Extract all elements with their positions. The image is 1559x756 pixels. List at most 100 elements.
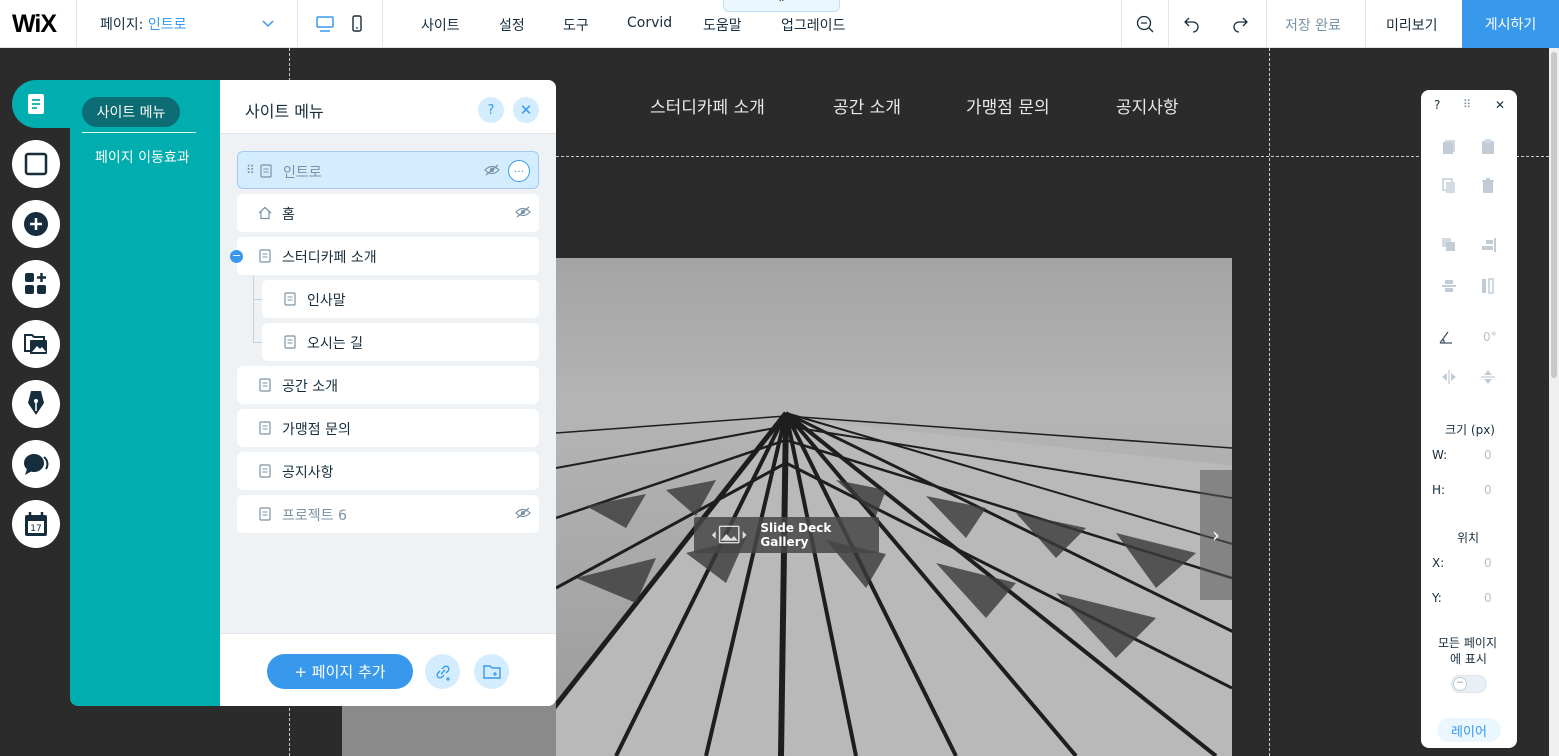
background-button[interactable] xyxy=(12,140,60,188)
divider xyxy=(1121,0,1122,48)
size-label: 크기 (px) xyxy=(1445,423,1495,437)
flip-horizontal-icon[interactable] xyxy=(1440,368,1458,386)
inspector-panel: ? ⠿ ✕ 0° 크기 (px) W: 0 H: 0 위치 X: 0 Y: 0 … xyxy=(1421,90,1517,748)
paste-icon[interactable] xyxy=(1479,138,1497,156)
menu-settings[interactable]: 설정 xyxy=(499,15,525,35)
menu-help[interactable]: 도움말 xyxy=(703,15,742,35)
page-row-project6[interactable]: 프로젝트 6 xyxy=(237,495,539,533)
help-button[interactable]: ? xyxy=(478,97,504,123)
rotation-value[interactable]: 0° xyxy=(1483,330,1497,344)
show-all-pages-toggle[interactable]: − xyxy=(1451,675,1487,693)
panel-title: 사이트 메뉴 xyxy=(245,102,324,121)
site-nav-item[interactable]: 가맹점 문의 xyxy=(966,93,1050,118)
zoom-out-icon[interactable] xyxy=(1133,12,1157,36)
delete-icon[interactable] xyxy=(1479,177,1497,195)
collapse-topbar-handle[interactable]: ⌃ xyxy=(723,0,840,12)
slide-deck-gallery[interactable] xyxy=(556,258,1232,756)
pen-icon xyxy=(28,391,44,415)
menu-tools[interactable]: 도구 xyxy=(563,15,589,35)
folder-icon xyxy=(482,664,501,679)
duplicate-icon[interactable] xyxy=(1440,177,1458,195)
home-icon xyxy=(258,206,272,220)
editor-top-bar: WiX 페이지: 인트로 사이트 설정 도구 Corvid 도움말 업그레이드 … xyxy=(0,0,1559,48)
page-icon xyxy=(284,292,296,306)
menu-upgrade[interactable]: 업그레이드 xyxy=(781,15,845,35)
page-row-studycafe-intro[interactable]: 스터디카페 소개 xyxy=(237,237,539,275)
distribute-icon[interactable] xyxy=(1440,277,1458,295)
match-size-icon[interactable] xyxy=(1479,277,1497,295)
background-icon xyxy=(24,152,48,176)
width-value[interactable]: 0 xyxy=(1484,448,1492,462)
pages-menu-button[interactable] xyxy=(12,80,70,128)
x-value[interactable]: 0 xyxy=(1484,556,1492,570)
layers-button[interactable]: 레이어 xyxy=(1437,718,1501,742)
tree-line xyxy=(253,299,262,300)
page-row-home[interactable]: 홈 xyxy=(237,194,539,232)
height-value[interactable]: 0 xyxy=(1484,483,1492,497)
menu-corvid[interactable]: Corvid xyxy=(627,15,672,31)
page-row-franchise[interactable]: 가맹점 문의 xyxy=(237,409,539,447)
collapse-subpages-button[interactable]: − xyxy=(230,250,243,263)
page-selector[interactable]: 페이지: 인트로 xyxy=(100,14,274,34)
calendar-icon: 17 xyxy=(25,512,47,536)
canvas-scrollbar[interactable] xyxy=(1549,48,1559,756)
add-link-button[interactable] xyxy=(425,654,460,689)
hidden-eye-icon xyxy=(484,164,500,176)
toggle-knob: − xyxy=(1453,677,1467,691)
site-nav-item[interactable]: 스터디카페 소개 xyxy=(650,93,765,118)
page-more-actions-button[interactable]: ··· xyxy=(508,160,530,182)
align-icon[interactable] xyxy=(1479,236,1497,254)
add-apps-button[interactable] xyxy=(12,260,60,308)
save-status[interactable]: 저장 완료 xyxy=(1285,15,1341,35)
page-label: 인트로 xyxy=(283,165,322,181)
tab-site-menu[interactable]: 사이트 메뉴 xyxy=(82,97,180,127)
rotate-icon[interactable] xyxy=(1437,328,1455,346)
redo-icon[interactable] xyxy=(1228,12,1252,36)
page-icon xyxy=(284,335,296,349)
page-label: 인사말 xyxy=(307,293,346,309)
flip-vertical-icon[interactable] xyxy=(1479,368,1497,386)
undo-icon[interactable] xyxy=(1180,12,1204,36)
site-nav-item[interactable]: 공지사항 xyxy=(1116,93,1179,118)
add-page-button[interactable]: + 페이지 추가 xyxy=(267,654,413,689)
gallery-next-arrow[interactable]: › xyxy=(1200,470,1232,600)
bookings-button[interactable]: 17 xyxy=(12,500,60,548)
add-element-button[interactable] xyxy=(12,200,60,248)
close-icon[interactable]: ✕ xyxy=(1495,98,1505,112)
chat-button[interactable] xyxy=(12,440,60,488)
page-row-greeting[interactable]: 인사말 xyxy=(262,280,539,318)
media-button[interactable] xyxy=(12,320,60,368)
copy-icon[interactable] xyxy=(1440,138,1458,156)
y-value[interactable]: 0 xyxy=(1484,591,1492,605)
arrange-icon[interactable] xyxy=(1440,236,1458,254)
site-nav-item[interactable]: 공간 소개 xyxy=(833,93,901,118)
drag-handle-icon[interactable]: ⠿ xyxy=(1463,98,1471,111)
page-icon xyxy=(259,421,271,435)
page-label: 홈 xyxy=(282,207,295,223)
page-label: 스터디카페 소개 xyxy=(282,250,377,266)
mobile-view-icon[interactable] xyxy=(345,12,369,36)
current-page-name: 인트로 xyxy=(147,17,187,33)
page-row-directions[interactable]: 오시는 길 xyxy=(262,323,539,361)
drag-handle-icon[interactable]: ⠿ xyxy=(246,163,255,177)
tree-line xyxy=(253,342,262,343)
preview-button[interactable]: 미리보기 xyxy=(1386,15,1438,35)
divider xyxy=(1266,0,1267,48)
tab-page-transitions[interactable]: 페이지 이동효과 xyxy=(95,147,190,167)
page-row-space-intro[interactable]: 공간 소개 xyxy=(237,366,539,404)
page-label: 오시는 길 xyxy=(307,336,363,352)
scrollbar-thumb[interactable] xyxy=(1551,52,1557,378)
design-button[interactable] xyxy=(12,380,60,428)
close-button[interactable]: ✕ xyxy=(513,97,539,123)
wix-logo[interactable]: WiX xyxy=(12,10,57,39)
add-folder-button[interactable] xyxy=(474,654,509,689)
menu-site[interactable]: 사이트 xyxy=(421,15,460,35)
gallery-badge[interactable]: Slide Deck Gallery xyxy=(694,517,879,553)
page-row-intro[interactable]: ⠿ 인트로 ··· xyxy=(237,151,539,189)
desktop-view-icon[interactable] xyxy=(313,12,337,36)
page-row-notice[interactable]: 공지사항 xyxy=(237,452,539,490)
page-label: 가맹점 문의 xyxy=(282,422,351,438)
help-icon[interactable]: ? xyxy=(1434,98,1440,112)
publish-button[interactable]: 게시하기 xyxy=(1462,0,1559,48)
apps-icon xyxy=(25,273,46,294)
